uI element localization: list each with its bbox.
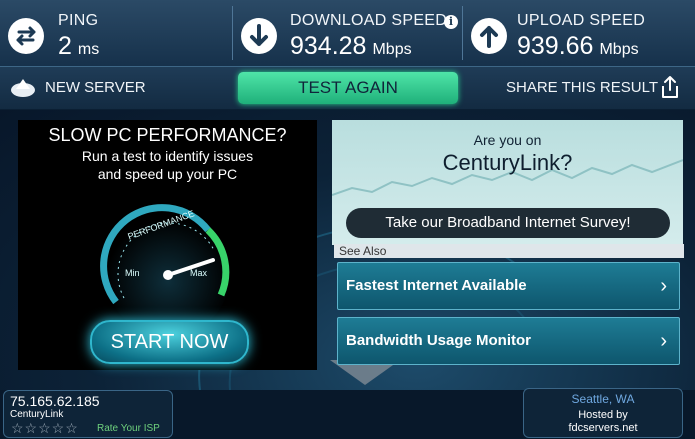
- rating-stars-icon[interactable]: ☆☆☆☆☆: [11, 420, 79, 437]
- ad-subtitle-line1: Run a test to identify issues: [81, 148, 254, 164]
- bandwidth-monitor-link[interactable]: Bandwidth Usage Monitor ›: [337, 317, 680, 365]
- performance-gauge-icon: [100, 204, 230, 320]
- ping-number: 2: [58, 32, 72, 60]
- info-icon[interactable]: i: [444, 15, 458, 29]
- isp-name: CenturyLink: [10, 409, 64, 420]
- performance-ad[interactable]: SLOW PC PERFORMANCE? Run a test to ident…: [18, 120, 317, 370]
- chevron-right-icon: ›: [660, 275, 667, 297]
- start-now-button[interactable]: START NOW: [90, 320, 249, 364]
- download-arrow-icon: [241, 18, 277, 54]
- upload-value: 939.66 Mbps: [517, 32, 639, 61]
- share-result-label[interactable]: SHARE THIS RESULT: [506, 79, 658, 96]
- new-server-label[interactable]: NEW SERVER: [45, 79, 146, 96]
- survey-question-line2: CenturyLink?: [442, 150, 573, 175]
- upload-number: 939.66: [517, 32, 594, 60]
- ping-icon: [8, 18, 44, 54]
- rate-isp-link[interactable]: Rate Your ISP: [97, 423, 160, 434]
- ad-subtitle-line2: and speed up your PC: [97, 166, 238, 182]
- upload-unit: Mbps: [599, 41, 639, 58]
- upload-label: UPLOAD SPEED: [517, 12, 646, 29]
- new-server-button[interactable]: [10, 77, 36, 104]
- host-name: fdcservers.net: [568, 422, 638, 434]
- chevron-right-icon: ›: [660, 330, 667, 352]
- gauge-max-label: Max: [190, 268, 208, 278]
- take-survey-button[interactable]: Take our Broadband Internet Survey!: [346, 208, 670, 238]
- ping-label: PING: [58, 12, 99, 29]
- fastest-internet-link[interactable]: Fastest Internet Available ›: [337, 262, 680, 310]
- ad-title: SLOW PC PERFORMANCE?: [48, 125, 287, 145]
- ping-unit: ms: [77, 41, 100, 58]
- ip-address: 75.165.62.185: [10, 393, 100, 409]
- download-unit: Mbps: [372, 41, 412, 58]
- link-label: Fastest Internet Available: [346, 277, 527, 294]
- survey-ad[interactable]: Are you on CenturyLink? Take our Broadba…: [332, 120, 683, 245]
- upload-arrow-icon: [471, 18, 507, 54]
- download-label: DOWNLOAD SPEED: [290, 12, 448, 29]
- server-location: Seattle, WA: [571, 392, 635, 406]
- see-also-heading: See Also: [334, 244, 684, 258]
- ping-stat: PING 2 ms: [0, 4, 232, 62]
- gauge-min-label: Min: [125, 268, 140, 278]
- download-stat: DOWNLOAD SPEED i 934.28 Mbps: [233, 4, 462, 62]
- download-value: 934.28 Mbps: [290, 32, 412, 61]
- hosted-by-label: Hosted by: [578, 409, 628, 421]
- ping-value: 2 ms: [58, 32, 99, 61]
- download-number: 934.28: [290, 32, 367, 60]
- survey-question-line1: Are you on: [473, 132, 542, 148]
- upload-stat: UPLOAD SPEED 939.66 Mbps: [463, 4, 695, 62]
- action-bar: NEW SERVER TEST AGAIN SHARE THIS RESULT: [0, 67, 695, 109]
- results-bar: PING 2 ms DOWNLOAD SPEED i 934.28 Mbps UPL…: [0, 0, 695, 67]
- test-again-button[interactable]: TEST AGAIN: [238, 72, 458, 104]
- link-label: Bandwidth Usage Monitor: [346, 332, 531, 349]
- share-icon[interactable]: [659, 75, 681, 104]
- globe-icon: [11, 79, 35, 97]
